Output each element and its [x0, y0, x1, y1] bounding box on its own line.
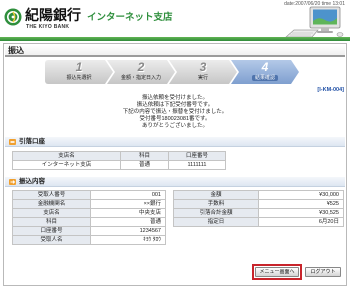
field-value: ¥30,525 [258, 208, 344, 218]
table-row: 手数料 ¥525 [173, 199, 344, 209]
section-title: 引落口座 [19, 138, 45, 145]
step-1: 1 振込先選択 [45, 60, 113, 84]
table-header-row: 支店名 科目 口座番号 [12, 151, 226, 161]
completion-message: 振込依頼を受付けました。 振込依頼は下記受付番号です。 下記の内容で振込・振替を… [0, 95, 350, 130]
table-cell: 1111111 [168, 160, 226, 170]
field-value: ××銀行 [90, 199, 166, 209]
table-row: 受取人番号 001 [12, 190, 166, 200]
bank-name-english: THE KIYO BANK [26, 24, 70, 30]
branch-name: インターネット支店 [87, 12, 173, 23]
step-2: 2 金額・指定日入力 [107, 60, 175, 84]
table-cell: インターネット支店 [12, 160, 121, 170]
step-number: 3 [199, 60, 207, 74]
step-number: 2 [137, 60, 145, 74]
amount-table: 金額 ¥30,000 手数料 ¥525 引落合計金額 ¥30,525 指定日 6月20日 [173, 190, 344, 227]
field-value: ¥30,000 [258, 190, 344, 200]
menu-button[interactable]: メニュー画面へ [255, 267, 299, 277]
message-line: ありがとうございました。 [141, 123, 208, 129]
section-header-transfer-details: 振込内容 [5, 177, 345, 187]
debit-account-table: 支店名 科目 口座番号 インターネット支店 普通 1111111 [12, 151, 226, 170]
step-4: 4 結果確認 [231, 60, 299, 84]
table-row: 金額 ¥30,000 [173, 190, 344, 200]
field-label: 金融機関名 [12, 199, 91, 209]
message-line: 受付番号180023081番です。 [139, 116, 211, 122]
message-line: 下記の内容で振込・振替を受付けました。 [122, 109, 228, 115]
table-row: 科目 普通 [12, 217, 166, 227]
step-label: 結果確認 [252, 75, 278, 81]
bank-name: 紀陽銀行 [25, 7, 81, 23]
field-label: 受取人名 [12, 235, 91, 245]
table-header-cell: 支店名 [12, 151, 121, 161]
field-label: 口座番号 [12, 226, 91, 236]
transfer-complete-page: date:2007/06/20 time 13:01 紀陽銀行 インターネット支… [0, 0, 350, 289]
table-cell: 普通 [120, 160, 169, 170]
field-label: 指定日 [173, 217, 259, 227]
table-header-cell: 口座番号 [168, 151, 226, 161]
field-label: 受取人番号 [12, 190, 91, 200]
step-3: 3 実行 [169, 60, 237, 84]
screen-id: [I-KM-004] [317, 87, 344, 93]
field-label: 科目 [12, 217, 91, 227]
table-row: 受取人名 ｷﾖｳ ﾀﾛｳ [12, 235, 166, 245]
kiyo-bank-logo-icon [4, 8, 22, 26]
step-number: 1 [75, 60, 83, 74]
field-value: 普通 [90, 217, 166, 227]
field-value: 6月20日 [258, 217, 344, 227]
field-label: 支店名 [12, 208, 91, 218]
section-header-debit-account: 引落口座 [5, 137, 345, 147]
message-line: 振込依頼を受付けました。 [141, 95, 208, 101]
header-divider [0, 37, 350, 41]
message-line: 振込依頼は下記受付番号です。 [136, 102, 214, 108]
field-value: 中央支店 [90, 208, 166, 218]
table-row: インターネット支店 普通 1111111 [12, 160, 226, 170]
field-value: 1234567 [90, 226, 166, 236]
field-value: ¥525 [258, 199, 344, 209]
payee-table: 受取人番号 001 金融機関名 ××銀行 支店名 中央支店 科目 普通 口座番号 1234… [12, 190, 166, 245]
step-label: 実行 [197, 75, 208, 81]
table-row: 口座番号 1234567 [12, 226, 166, 236]
page-title-bar: 振込 [5, 45, 345, 57]
table-row: 指定日 6月20日 [173, 217, 344, 227]
field-label: 引落合計金額 [173, 208, 259, 218]
page-title: 振込 [8, 46, 24, 55]
table-row: 金融機関名 ××銀行 [12, 199, 166, 209]
section-title: 振込内容 [19, 178, 45, 185]
logout-button[interactable]: ログアウト [305, 267, 341, 277]
step-label: 金額・指定日入力 [120, 75, 161, 81]
field-label: 手数料 [173, 199, 259, 209]
table-header-cell: 科目 [120, 151, 169, 161]
table-row: 支店名 中央支店 [12, 208, 166, 218]
account-icon [9, 139, 16, 145]
field-value: 001 [90, 190, 166, 200]
computer-icon [285, 6, 344, 38]
field-label: 金額 [173, 190, 259, 200]
step-number: 4 [261, 60, 269, 74]
field-value: ｷﾖｳ ﾀﾛｳ [90, 235, 166, 245]
table-row: 引落合計金額 ¥30,525 [173, 208, 344, 218]
progress-steps: 1 振込先選択 2 金額・指定日入力 3 実行 4 結果確認 [45, 60, 299, 84]
transfer-icon [9, 179, 16, 185]
step-label: 振込先選択 [66, 75, 92, 81]
